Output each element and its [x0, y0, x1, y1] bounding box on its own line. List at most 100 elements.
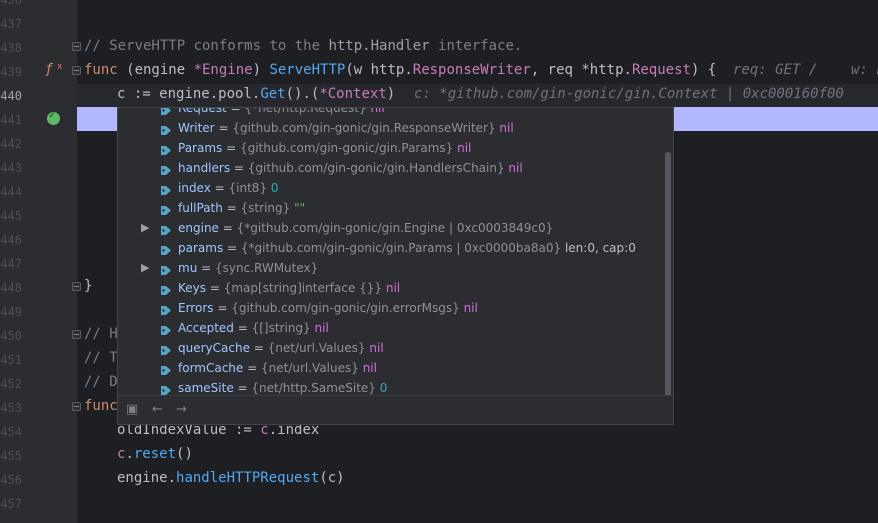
selected-line-highlight [77, 107, 117, 131]
field-tag-icon [160, 142, 172, 155]
equals-sign: = [223, 241, 241, 255]
line-number: 444 [0, 185, 22, 199]
comment-text: // ServeHTTP [84, 38, 194, 54]
variable-type: {map[string]interface {}} [223, 281, 383, 295]
debug-variable-row[interactable]: index = {int8} 0 [118, 178, 658, 198]
equals-sign: = [233, 321, 252, 335]
receiver-type: *Engine [193, 62, 253, 78]
method-implements-icon[interactable]: ƒ [45, 62, 53, 77]
pin-icon[interactable]: ▣ [126, 402, 138, 417]
debug-variable-text: Writer = {github.com/gin-gonic/gin.Respo… [178, 118, 514, 138]
variable-type: {net/http.SameSite} [251, 381, 376, 395]
line-number: 440 [0, 89, 22, 103]
inline-debug-hint: c: *github.com/gin-gonic/gin.Context | 0… [414, 86, 844, 102]
fold-marker-icon[interactable] [72, 282, 81, 291]
variable-name: Writer [178, 121, 215, 135]
field-tag-icon [160, 242, 172, 255]
fold-marker-icon[interactable] [72, 66, 81, 75]
line-number: 437 [0, 17, 22, 31]
debug-variable-row[interactable]: handlers = {github.com/gin-gonic/gin.Han… [118, 158, 658, 178]
variable-type: {github.com/gin-gonic/gin.errorMsgs} [231, 301, 460, 315]
debug-variable-text: formCache = {net/url.Values} nil [178, 358, 377, 378]
variable-value: nil [495, 121, 514, 135]
debug-variable-text: index = {int8} 0 [178, 178, 279, 198]
variable-value: nil [366, 107, 385, 115]
debug-variable-text: queryCache = {net/url.Values} nil [178, 338, 384, 358]
receiver-close: ) [252, 62, 270, 78]
inline-debug-hint: req: GET / w: n [733, 62, 878, 78]
debug-variable-row[interactable]: Params = {github.com/gin-gonic/gin.Param… [118, 138, 658, 158]
popup-toolbar: ▣ ← → [118, 395, 673, 424]
equals-sign: = [206, 281, 224, 295]
variable-name: params [178, 241, 224, 255]
field-tag-icon [160, 162, 172, 175]
debug-variable-text: Keys = {map[string]interface {}} nil [178, 278, 400, 298]
identifier: engine [159, 86, 210, 102]
method-call: reset [133, 446, 177, 462]
line-number: 457 [0, 497, 22, 511]
line-number: 454 [0, 425, 22, 439]
method-implements-arrow-icon: x [57, 62, 63, 72]
line-number: 447 [0, 257, 22, 271]
variable-name: handlers [178, 161, 231, 175]
param-close: ) { [690, 62, 717, 78]
debug-variable-text: params = {*github.com/gin-gonic/gin.Para… [178, 238, 636, 258]
equals-sign: = [230, 161, 248, 175]
variable-type: {github.com/gin-gonic/gin.ResponseWriter… [232, 121, 496, 135]
line-number: 446 [0, 233, 22, 247]
debug-variable-row[interactable]: Accepted = {[]string} nil [118, 318, 658, 338]
variable-name: Accepted [178, 321, 234, 335]
debug-value-popup[interactable]: Request = {*net/http.Request} nil Writer … [117, 107, 674, 425]
debug-variable-row[interactable]: params = {*github.com/gin-gonic/gin.Para… [118, 238, 658, 258]
variable-type: {int8} [228, 181, 268, 195]
breakpoint-check-icon[interactable] [47, 110, 60, 125]
line-number: 452 [0, 377, 22, 391]
expand-arrow-icon[interactable]: ▶ [141, 218, 149, 238]
equals-sign: = [233, 381, 252, 395]
closing-brace: } [84, 278, 93, 294]
field-tag-icon [160, 322, 172, 335]
equals-sign: = [213, 301, 232, 315]
punctuation: ) [386, 86, 396, 102]
variable-value: nil [310, 321, 329, 335]
popup-scrollbar[interactable] [665, 152, 671, 397]
fold-marker-icon[interactable] [72, 402, 81, 411]
debug-variable-row[interactable]: queryCache = {net/url.Values} nil [118, 338, 658, 358]
debug-variable-row[interactable]: ▶ engine = {*github.com/gin-gonic/gin.Eng… [118, 218, 658, 238]
equals-sign: = [243, 361, 261, 375]
debug-variable-text: engine = {*github.com/gin-gonic/gin.Engi… [178, 218, 553, 238]
code-line-reset[interactable]: c.reset() [117, 446, 193, 462]
variable-name: engine [178, 221, 219, 235]
code-line-assign[interactable]: c := engine.pool.Get().(*Context) [117, 86, 395, 102]
debug-variable-row[interactable]: Errors = {github.com/gin-gonic/gin.error… [118, 298, 658, 318]
fold-marker-icon[interactable] [72, 42, 81, 51]
forward-arrow-icon[interactable]: → [176, 402, 187, 417]
punctuation: . [125, 446, 134, 462]
identifier: .pool. [209, 86, 261, 102]
variable-type: {*github.com/gin-gonic/gin.Params | 0xc0… [240, 241, 562, 255]
line-number: 456 [0, 473, 22, 487]
debug-variable-row[interactable]: Writer = {github.com/gin-gonic/gin.Respo… [118, 118, 658, 138]
field-tag-icon [160, 108, 172, 115]
expand-arrow-icon[interactable]: ▶ [141, 258, 149, 278]
code-line-comment[interactable]: // ServeHTTP conforms to the http.Handle… [84, 38, 522, 54]
variable-value: nil [459, 301, 478, 315]
variable-name: formCache [178, 361, 244, 375]
fold-marker-icon[interactable] [72, 330, 81, 339]
line-number: 455 [0, 449, 22, 463]
debug-variable-row[interactable]: fullPath = {string} "" [118, 198, 658, 218]
equals-sign: = [222, 201, 241, 215]
back-arrow-icon[interactable]: ← [152, 402, 163, 417]
comment-partial: // D [84, 374, 118, 390]
debug-variable-row[interactable]: formCache = {net/url.Values} nil [118, 358, 658, 378]
debug-variable-row[interactable]: ▶ mu = {sync.RWMutex} [118, 258, 658, 278]
debug-variable-text: fullPath = {string} "" [178, 198, 305, 218]
code-line-func-signature[interactable]: func (engine *Engine) ServeHTTP(w http.R… [84, 62, 716, 78]
equals-sign: = [222, 141, 240, 155]
variable-type: {net/url.Values} [267, 341, 366, 355]
variable-value: "" [290, 201, 306, 215]
type-assertion: *Context [319, 86, 387, 102]
code-line-handle[interactable]: engine.handleHTTPRequest(c) [117, 470, 345, 486]
debug-variable-row[interactable]: Request = {*net/http.Request} nil [118, 107, 658, 118]
debug-variable-row[interactable]: Keys = {map[string]interface {}} nil [118, 278, 658, 298]
